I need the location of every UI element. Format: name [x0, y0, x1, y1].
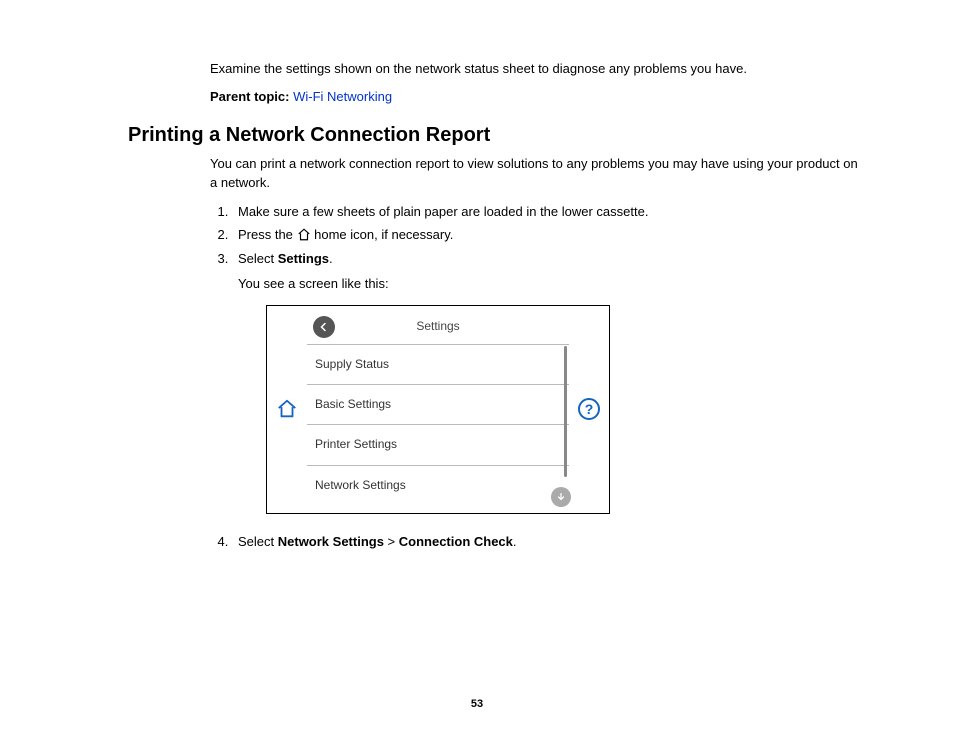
- lcd-menu-item: Printer Settings: [307, 424, 569, 464]
- step-1: Make sure a few sheets of plain paper ar…: [232, 202, 864, 223]
- section-heading: Printing a Network Connection Report: [128, 124, 954, 147]
- lcd-help-icon: ?: [578, 398, 600, 420]
- home-icon: [297, 227, 311, 248]
- lcd-scrollbar: [564, 346, 567, 477]
- lcd-scroll-down-icon: [551, 487, 571, 507]
- step-3: Select Settings. You see a screen like t…: [232, 249, 864, 513]
- lcd-menu-item: Network Settings: [307, 465, 569, 505]
- section-description: You can print a network connection repor…: [210, 155, 864, 191]
- lcd-screenshot: Settings Supply Status Basic Settings Pr…: [266, 305, 610, 514]
- step-3-sub: You see a screen like this:: [238, 274, 864, 295]
- step-4: Select Network Settings > Connection Che…: [232, 532, 864, 553]
- parent-topic-label: Parent topic:: [210, 89, 289, 104]
- lcd-menu-item: Basic Settings: [307, 384, 569, 424]
- lcd-menu-item: Supply Status: [307, 344, 569, 384]
- step-2: Press the home icon, if necessary.: [232, 225, 864, 248]
- page-number: 53: [0, 698, 954, 710]
- lcd-back-icon: [313, 316, 335, 338]
- parent-topic-line: Parent topic: Wi-Fi Networking: [210, 88, 864, 106]
- lcd-home-icon: [276, 398, 298, 420]
- parent-topic-link[interactable]: Wi-Fi Networking: [293, 89, 392, 104]
- lcd-title: Settings: [335, 317, 541, 336]
- examine-paragraph: Examine the settings shown on the networ…: [210, 60, 864, 78]
